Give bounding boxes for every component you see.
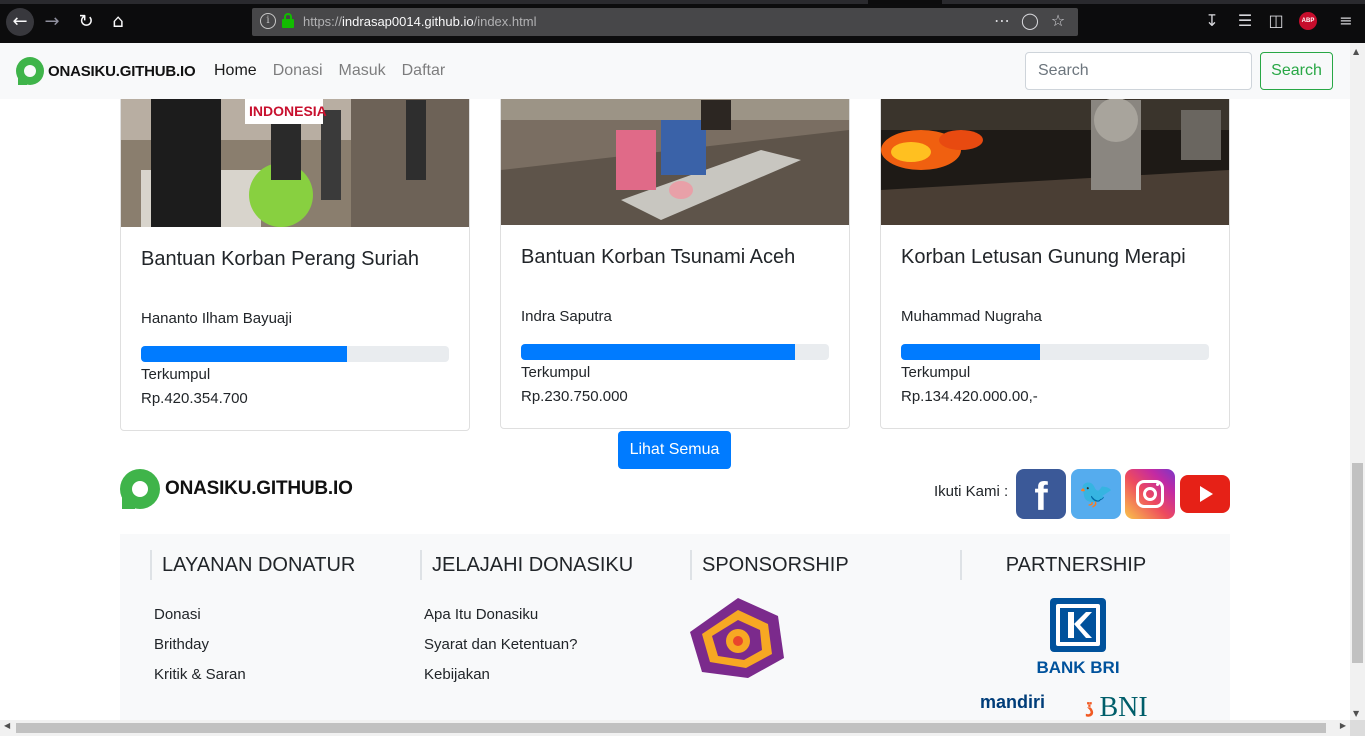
campaign-title[interactable]: Bantuan Korban Tsunami Aceh	[521, 246, 829, 269]
facebook-icon[interactable]: f	[1016, 469, 1066, 519]
page-content: INDONESIA Bantuan Korban Perang Suriah H…	[0, 99, 1350, 720]
scrollbar-thumb[interactable]	[16, 723, 1326, 733]
forward-arrow-icon[interactable]: →	[40, 10, 64, 34]
nav-link-masuk[interactable]: Masuk	[339, 62, 386, 80]
active-tab[interactable]	[868, 0, 942, 4]
follow-us-label: Ikuti Kami :	[934, 483, 1009, 500]
brand-text: ONASIKU.GITHUB.IO	[48, 62, 196, 80]
logo-icon	[16, 57, 46, 85]
brand-link[interactable]: ONASIKU.GITHUB.IO	[16, 57, 196, 85]
search-button[interactable]: Search	[1260, 52, 1333, 90]
footer-link-apa-itu[interactable]: Apa Itu Donasiku	[420, 600, 633, 630]
info-icon[interactable]: i	[260, 13, 276, 29]
twitter-icon[interactable]: 🐦	[1071, 469, 1121, 519]
scroll-right-icon[interactable]: ▶	[1340, 721, 1346, 730]
scrollbar-thumb[interactable]	[1352, 463, 1363, 663]
bookmark-star-icon[interactable]: ☆	[1044, 11, 1072, 30]
campaign-card[interactable]: Korban Letusan Gunung Merapi Muhammad Nu…	[880, 99, 1230, 429]
campaign-image[interactable]: INDONESIA	[121, 99, 469, 227]
progress-bar	[141, 346, 449, 362]
footer-link-syarat[interactable]: Syarat dan Ketentuan?	[420, 630, 633, 660]
site-navbar: ONASIKU.GITHUB.IO Home Donasi Masuk Daft…	[0, 43, 1350, 99]
progress-fill	[901, 344, 1040, 360]
adblock-icon[interactable]: ABP	[1299, 12, 1317, 30]
nav-link-home[interactable]: Home	[214, 62, 257, 80]
scroll-down-icon[interactable]: ▼	[1353, 709, 1359, 718]
partnership-heading: PARTNERSHIP	[960, 550, 1220, 580]
collected-label: Terkumpul	[521, 364, 591, 381]
scroll-left-icon[interactable]: ◀	[4, 721, 10, 730]
footer-heading: JELAJAHI DONASIKU	[420, 550, 633, 580]
campaign-image[interactable]	[501, 99, 849, 225]
footer-brand[interactable]: ONASIKU.GITHUB.IO	[120, 469, 353, 509]
bni-emblem-icon: ڏ	[1085, 699, 1100, 720]
lock-icon[interactable]	[282, 13, 294, 29]
footer-link-kritik-saran[interactable]: Kritik & Saran	[150, 660, 355, 690]
collected-amount: Rp.134.420.000.00,-	[901, 388, 1038, 405]
library-icon[interactable]: ☰	[1233, 11, 1257, 30]
reload-icon[interactable]: ↻	[74, 10, 98, 34]
progress-fill	[521, 344, 796, 360]
campaign-image[interactable]	[881, 99, 1229, 225]
campaign-title[interactable]: Bantuan Korban Perang Suriah	[141, 248, 449, 271]
url-text[interactable]: https://indrasap0014.github.io/index.htm…	[303, 14, 536, 29]
progress-bar	[901, 344, 1209, 360]
download-icon[interactable]: ↧	[1200, 11, 1224, 30]
bri-text: BANK BRI	[1036, 658, 1120, 677]
collected-amount: Rp.420.354.700	[141, 390, 248, 407]
footer-column-sponsorship: SPONSORSHIP	[690, 550, 849, 580]
bank-bri-logo[interactable]: BANK BRI	[1028, 596, 1128, 680]
menu-icon[interactable]: ≡	[1334, 11, 1358, 30]
image-caption: INDONESIA	[249, 103, 327, 119]
campaign-author: Hananto Ilham Bayuaji	[141, 310, 292, 327]
see-all-button[interactable]: Lihat Semua	[618, 431, 731, 469]
footer-column-jelajahi: JELAJAHI DONASIKU Apa Itu Donasiku Syara…	[420, 550, 633, 690]
address-bar[interactable]: i https://indrasap0014.github.io/index.h…	[252, 8, 1078, 36]
more-actions-icon[interactable]: ⋯	[988, 11, 1016, 30]
mandiri-logo[interactable]: mandiri	[980, 692, 1045, 713]
footer-link-donasi[interactable]: Donasi	[150, 600, 355, 630]
sponsor-logo[interactable]	[688, 596, 788, 680]
home-icon[interactable]: ⌂	[106, 10, 130, 34]
footer-heading: LAYANAN DONATUR	[150, 550, 355, 580]
footer-heading: SPONSORSHIP	[690, 550, 849, 580]
collected-label: Terkumpul	[141, 366, 211, 383]
bni-logo[interactable]: ڏ BNI	[1085, 692, 1148, 720]
footer-brand-text: ONASIKU.GITHUB.IO	[165, 478, 353, 499]
browser-toolbar: ← → ↻ ⌂ i https://indrasap0014.github.io…	[0, 0, 1365, 43]
vertical-scrollbar[interactable]: ▲ ▼	[1350, 43, 1365, 720]
bri-emblem	[1050, 598, 1106, 652]
footer-link-birthday[interactable]: Brithday	[150, 630, 355, 660]
progress-fill	[141, 346, 348, 362]
horizontal-scrollbar[interactable]: ◀ ▶	[0, 720, 1350, 736]
search-input[interactable]	[1025, 52, 1252, 90]
collected-amount: Rp.230.750.000	[521, 388, 628, 405]
back-arrow-icon[interactable]: ←	[6, 8, 34, 36]
campaign-author: Indra Saputra	[521, 308, 612, 325]
footer-links-section: LAYANAN DONATUR Donasi Brithday Kritik &…	[120, 534, 1230, 720]
footer-column-layanan: LAYANAN DONATUR Donasi Brithday Kritik &…	[150, 550, 355, 690]
logo-icon	[120, 469, 162, 509]
scroll-up-icon[interactable]: ▲	[1353, 47, 1359, 56]
campaign-title[interactable]: Korban Letusan Gunung Merapi	[901, 246, 1209, 269]
campaign-card[interactable]: Bantuan Korban Tsunami Aceh Indra Saputr…	[500, 99, 850, 429]
youtube-icon[interactable]	[1180, 475, 1230, 513]
campaign-card[interactable]: INDONESIA Bantuan Korban Perang Suriah H…	[120, 99, 470, 431]
tab-strip	[0, 0, 1365, 4]
nav-link-daftar[interactable]: Daftar	[402, 62, 446, 80]
sidebar-icon[interactable]: ◫	[1264, 11, 1288, 30]
campaign-author: Muhammad Nugraha	[901, 308, 1042, 325]
instagram-icon[interactable]	[1125, 469, 1175, 519]
scrollbar-corner	[1350, 720, 1365, 736]
nav-link-donasi[interactable]: Donasi	[273, 62, 323, 80]
collected-label: Terkumpul	[901, 364, 971, 381]
footer-link-kebijakan[interactable]: Kebijakan	[420, 660, 633, 690]
progress-bar	[521, 344, 829, 360]
pocket-icon[interactable]: ◯	[1016, 11, 1044, 30]
